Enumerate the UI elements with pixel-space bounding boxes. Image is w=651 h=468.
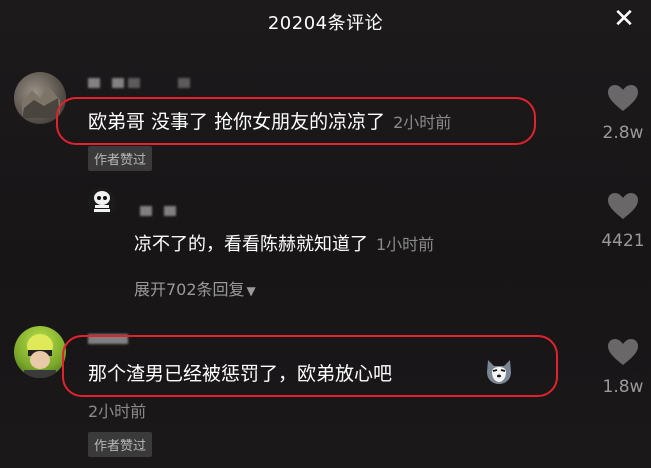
comment-time: 2小时前 xyxy=(88,402,147,421)
username-blurred xyxy=(178,78,190,88)
like-count: 4421 xyxy=(601,231,645,251)
heart-icon xyxy=(608,193,638,219)
avatar[interactable] xyxy=(88,188,116,216)
husky-emoji-icon xyxy=(484,356,514,386)
username-blurred xyxy=(88,78,100,88)
comment-text[interactable]: 那个渣男已经被惩罚了，欧弟放心吧 xyxy=(88,359,392,386)
username-blurred xyxy=(164,206,176,216)
like-button[interactable]: 4421 xyxy=(598,192,648,251)
author-liked-badge: 作者赞过 xyxy=(88,146,153,171)
reply-text[interactable]: 凉不了的，看看陈赫就知道了 1小时前 xyxy=(134,230,434,256)
caret-down-icon: ▼ xyxy=(246,284,256,298)
like-count: 1.8w xyxy=(602,377,644,397)
like-button[interactable]: 2.8w xyxy=(598,84,648,143)
username-blurred xyxy=(128,78,140,88)
heart-icon xyxy=(608,339,638,365)
like-count: 2.8w xyxy=(602,123,644,143)
reply-text-content: 凉不了的，看看陈赫就知道了 xyxy=(134,234,368,255)
username-blurred xyxy=(140,206,152,216)
comment-text[interactable]: 欧弟哥 没事了 抢你女朋友的凉凉了 2小时前 xyxy=(88,107,451,134)
username-blurred xyxy=(112,78,124,88)
heart-icon xyxy=(608,85,638,111)
comment-text-content: 欧弟哥 没事了 抢你女朋友的凉凉了 xyxy=(88,111,386,133)
expand-replies-label: 展开702条回复 xyxy=(134,280,245,299)
like-button[interactable]: 1.8w xyxy=(598,338,648,397)
reply-time: 1小时前 xyxy=(376,235,435,254)
avatar[interactable] xyxy=(14,326,66,378)
close-icon[interactable]: ✕ xyxy=(611,6,637,32)
comment-text-content: 那个渣男已经被惩罚了，欧弟放心吧 xyxy=(88,363,393,385)
comment-time: 2小时前 xyxy=(393,113,452,132)
expand-replies-button[interactable]: 展开702条回复 ▼ xyxy=(134,276,256,300)
comments-title: 20204条评论 xyxy=(267,13,384,34)
author-liked-badge: 作者赞过 xyxy=(88,432,153,457)
